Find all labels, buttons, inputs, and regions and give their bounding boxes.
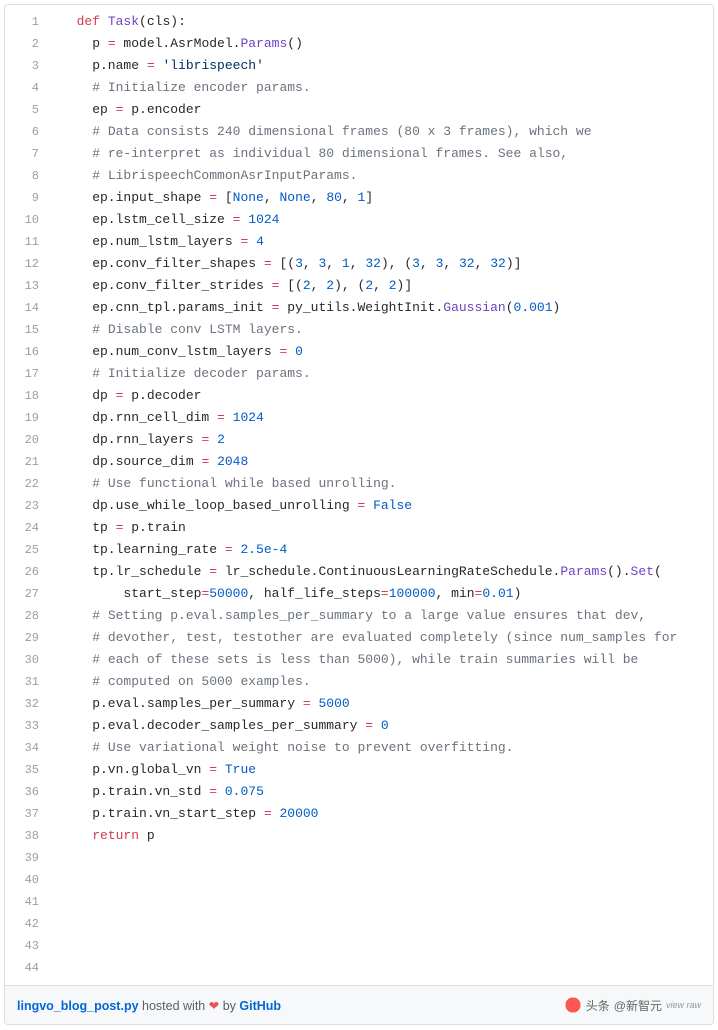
line-number[interactable]: 39 (5, 847, 51, 869)
line-number[interactable]: 32 (5, 693, 51, 715)
code-line: # Initialize decoder params. (51, 363, 713, 385)
code-lines: def Task(cls): p = model.AsrModel.Params… (51, 5, 713, 985)
watermark-icon (564, 996, 582, 1014)
line-number-gutter: 1234567891011121314151617181920212223242… (5, 5, 51, 985)
line-number[interactable]: 18 (5, 385, 51, 407)
code-line: ep.conv_filter_shapes = [(3, 3, 1, 32), … (51, 253, 713, 275)
line-number[interactable]: 30 (5, 649, 51, 671)
hosted-text: hosted with (139, 999, 209, 1013)
code-line: dp.rnn_layers = 2 (51, 429, 713, 451)
line-number[interactable]: 33 (5, 715, 51, 737)
line-number[interactable]: 24 (5, 517, 51, 539)
line-number[interactable]: 10 (5, 209, 51, 231)
line-number[interactable]: 31 (5, 671, 51, 693)
line-number[interactable]: 17 (5, 363, 51, 385)
line-number[interactable]: 9 (5, 187, 51, 209)
watermark-prefix: 头条 (586, 997, 610, 1014)
line-number[interactable]: 2 (5, 33, 51, 55)
code-line: tp.lr_schedule = lr_schedule.ContinuousL… (51, 561, 713, 583)
line-number[interactable]: 1 (5, 11, 51, 33)
code-line: # LibrispeechCommonAsrInputParams. (51, 165, 713, 187)
line-number[interactable]: 7 (5, 143, 51, 165)
line-number[interactable]: 6 (5, 121, 51, 143)
code-line: ep = p.encoder (51, 99, 713, 121)
code-line: ep.num_conv_lstm_layers = 0 (51, 341, 713, 363)
code-line: # Disable conv LSTM layers. (51, 319, 713, 341)
code-line: ep.conv_filter_strides = [(2, 2), (2, 2)… (51, 275, 713, 297)
line-number[interactable]: 40 (5, 869, 51, 891)
code-line: # Setting p.eval.samples_per_summary to … (51, 605, 713, 627)
code-line: ep.num_lstm_layers = 4 (51, 231, 713, 253)
code-line: dp.rnn_cell_dim = 1024 (51, 407, 713, 429)
line-number[interactable]: 14 (5, 297, 51, 319)
line-number[interactable]: 37 (5, 803, 51, 825)
line-number[interactable]: 5 (5, 99, 51, 121)
line-number[interactable]: 36 (5, 781, 51, 803)
line-number[interactable]: 13 (5, 275, 51, 297)
heart-icon: ❤ (209, 999, 219, 1013)
code-line: p.name = 'librispeech' (51, 55, 713, 77)
github-link[interactable]: GitHub (239, 999, 281, 1013)
code-line: tp = p.train (51, 517, 713, 539)
gist-container: 1234567891011121314151617181920212223242… (4, 4, 714, 1025)
line-number[interactable]: 16 (5, 341, 51, 363)
gist-meta-bar: lingvo_blog_post.py hosted with ❤ by Git… (5, 985, 713, 1024)
line-number[interactable]: 38 (5, 825, 51, 847)
code-line: def Task(cls): (51, 11, 713, 33)
code-area: 1234567891011121314151617181920212223242… (5, 5, 713, 985)
line-number[interactable]: 19 (5, 407, 51, 429)
line-number[interactable]: 21 (5, 451, 51, 473)
line-number[interactable]: 23 (5, 495, 51, 517)
watermark-handle: @新智元 (614, 997, 662, 1014)
code-line: start_step=50000, half_life_steps=100000… (51, 583, 713, 605)
code-line: p.vn.global_vn = True (51, 759, 713, 781)
line-number[interactable]: 12 (5, 253, 51, 275)
line-number[interactable]: 25 (5, 539, 51, 561)
code-line: dp = p.decoder (51, 385, 713, 407)
line-number[interactable]: 3 (5, 55, 51, 77)
code-line: # devother, test, testother are evaluate… (51, 627, 713, 649)
code-line: # computed on 5000 examples. (51, 671, 713, 693)
code-line: # Use variational weight noise to preven… (51, 737, 713, 759)
line-number[interactable]: 34 (5, 737, 51, 759)
code-line: p.eval.samples_per_summary = 5000 (51, 693, 713, 715)
line-number[interactable]: 29 (5, 627, 51, 649)
code-line: p.eval.decoder_samples_per_summary = 0 (51, 715, 713, 737)
line-number[interactable]: 35 (5, 759, 51, 781)
code-line: tp.learning_rate = 2.5e-4 (51, 539, 713, 561)
line-number[interactable]: 42 (5, 913, 51, 935)
code-line: # Use functional while based unrolling. (51, 473, 713, 495)
line-number[interactable]: 8 (5, 165, 51, 187)
code-line: dp.source_dim = 2048 (51, 451, 713, 473)
code-line: # Data consists 240 dimensional frames (… (51, 121, 713, 143)
line-number[interactable]: 26 (5, 561, 51, 583)
filename-link[interactable]: lingvo_blog_post.py (17, 999, 139, 1013)
code-line: return p (51, 825, 713, 847)
code-line: ep.lstm_cell_size = 1024 (51, 209, 713, 231)
line-number[interactable]: 44 (5, 957, 51, 979)
code-line: # Initialize encoder params. (51, 77, 713, 99)
line-number[interactable]: 27 (5, 583, 51, 605)
meta-left: lingvo_blog_post.py hosted with ❤ by Git… (17, 998, 281, 1013)
line-number[interactable]: 43 (5, 935, 51, 957)
line-number[interactable]: 22 (5, 473, 51, 495)
code-line: dp.use_while_loop_based_unrolling = Fals… (51, 495, 713, 517)
code-line: p = model.AsrModel.Params() (51, 33, 713, 55)
line-number[interactable]: 15 (5, 319, 51, 341)
line-number[interactable]: 11 (5, 231, 51, 253)
line-number[interactable]: 4 (5, 77, 51, 99)
line-number[interactable]: 28 (5, 605, 51, 627)
line-number[interactable]: 41 (5, 891, 51, 913)
by-text: by (219, 999, 239, 1013)
code-line: ep.input_shape = [None, None, 80, 1] (51, 187, 713, 209)
code-line: # re-interpret as individual 80 dimensio… (51, 143, 713, 165)
watermark-small: view raw (666, 1000, 701, 1010)
code-line: # each of these sets is less than 5000),… (51, 649, 713, 671)
line-number[interactable]: 20 (5, 429, 51, 451)
code-line: p.train.vn_std = 0.075 (51, 781, 713, 803)
code-line: p.train.vn_start_step = 20000 (51, 803, 713, 825)
code-line: ep.cnn_tpl.params_init = py_utils.Weight… (51, 297, 713, 319)
watermark: 头条 @新智元 view raw (564, 996, 701, 1014)
